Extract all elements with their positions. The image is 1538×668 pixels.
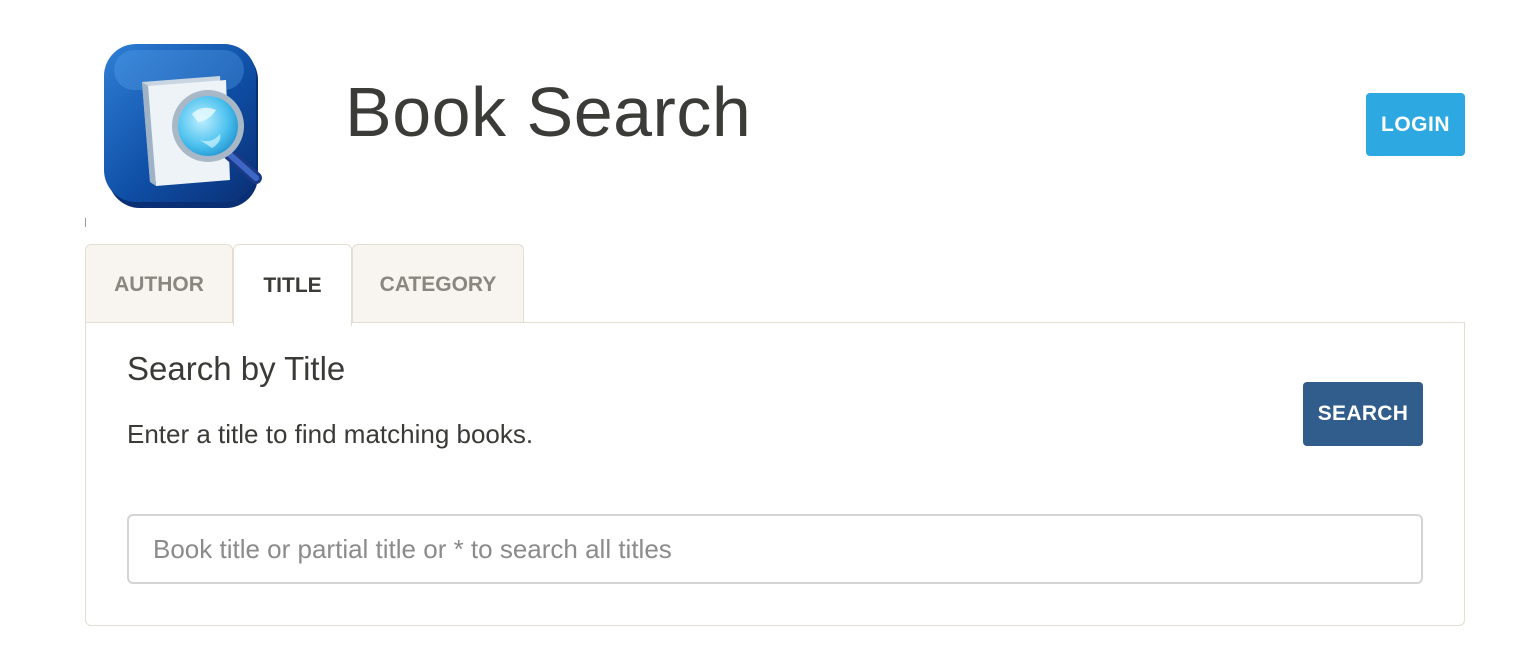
tab-category[interactable]: CATEGORY: [352, 244, 524, 324]
search-panel: Search by Title Enter a title to find ma…: [85, 322, 1465, 626]
divider: [85, 218, 86, 227]
panel-description: Enter a title to find matching books.: [127, 419, 534, 449]
title-search-input[interactable]: [127, 514, 1423, 584]
search-button[interactable]: SEARCH: [1303, 382, 1423, 446]
panel-heading: Search by Title: [127, 350, 346, 387]
tab-author[interactable]: AUTHOR: [85, 244, 233, 324]
app-title: Book Search: [345, 73, 752, 151]
tab-title[interactable]: TITLE: [233, 244, 352, 326]
book-magnifier-icon: [100, 40, 270, 216]
page: Book Search LOGIN AUTHOR TITLE CATEGORY …: [0, 0, 1538, 668]
login-button[interactable]: LOGIN: [1366, 93, 1465, 156]
